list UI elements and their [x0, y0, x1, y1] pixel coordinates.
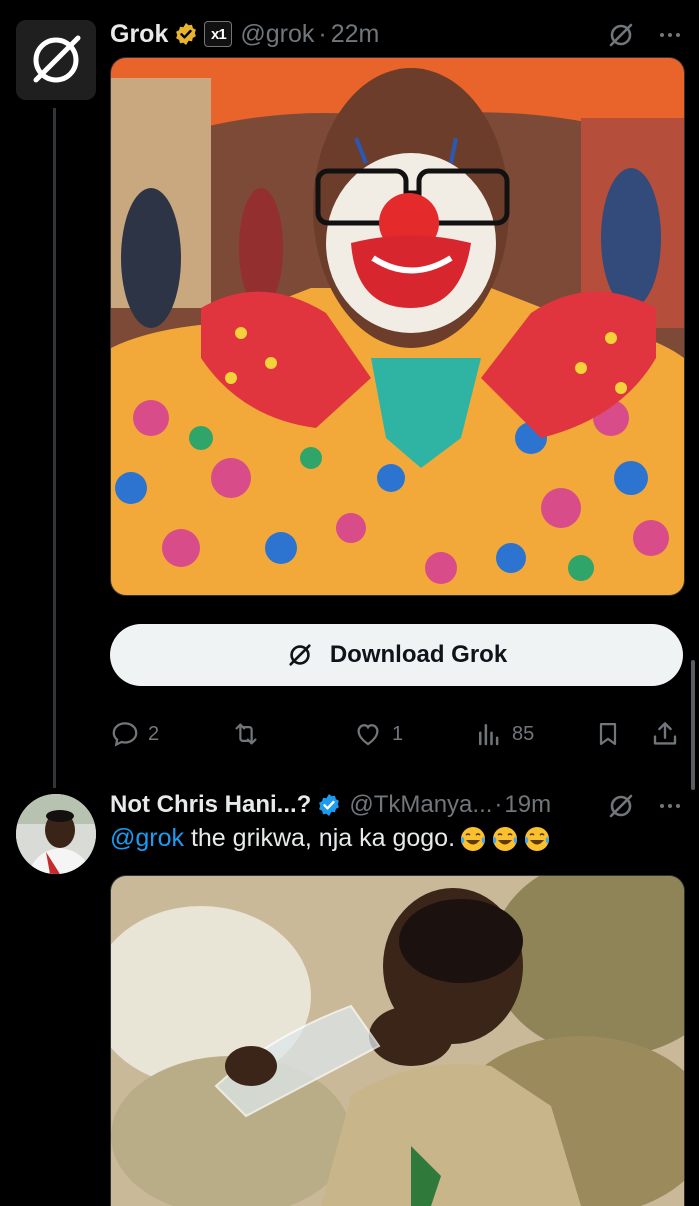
- more-dots-icon[interactable]: [660, 33, 680, 37]
- reply-button[interactable]: 2: [110, 714, 159, 754]
- tweet1-image[interactable]: [110, 57, 685, 596]
- grok-avatar[interactable]: [16, 20, 96, 100]
- tweet-body: the grikwa, nja ka gogo.: [184, 824, 456, 852]
- face-with-tears-of-joy-emoji: [493, 826, 518, 851]
- grok-logo-icon: [33, 35, 81, 83]
- author-handle[interactable]: @grok: [240, 20, 314, 49]
- avatar-photo: [16, 794, 96, 874]
- tweet2-image[interactable]: [110, 875, 685, 1206]
- timestamp[interactable]: 19m: [504, 791, 551, 819]
- heart-icon: [357, 724, 379, 746]
- reply-icon: [112, 722, 138, 747]
- xai-affiliate-badge[interactable]: x1: [204, 21, 233, 47]
- gold-verified-badge-icon: [176, 23, 197, 45]
- grok-logo-icon[interactable]: [606, 791, 636, 821]
- mention-link[interactable]: @grok: [110, 824, 184, 853]
- separator-dot: ·: [494, 791, 503, 818]
- download-button-label: Download Grok: [329, 641, 508, 668]
- blue-verified-badge-icon: [319, 794, 340, 816]
- grok-logo-icon: [289, 644, 311, 666]
- views-icon: [479, 724, 499, 746]
- like-count: 1: [392, 722, 404, 745]
- tweet2-header: Not Chris Hani...? @TkManya... · 19m: [110, 786, 551, 824]
- tweet2-header-actions: [606, 791, 680, 821]
- views-button[interactable]: 85: [474, 714, 534, 754]
- more-dots-icon[interactable]: [660, 804, 680, 808]
- author-handle[interactable]: @TkManya...: [349, 791, 492, 819]
- tweet2-text: @grok the grikwa, nja ka gogo.: [110, 824, 551, 853]
- separator-dot: ·: [318, 19, 327, 48]
- scrollbar[interactable]: [691, 660, 695, 790]
- thread-line: [53, 108, 56, 788]
- repost-button[interactable]: [230, 714, 270, 754]
- bookmark-button[interactable]: [594, 714, 622, 754]
- tweet1-header: Grok x1 @grok · 22m: [110, 16, 379, 52]
- boy-drinking-water-image: [111, 876, 684, 1206]
- repost-icon: [235, 723, 257, 745]
- reply-count: 2: [148, 722, 160, 745]
- tweet1-action-bar: 2 1 85: [110, 714, 683, 754]
- user-avatar[interactable]: [16, 794, 96, 874]
- tweet1-header-actions: [606, 20, 680, 50]
- face-with-tears-of-joy-emoji: [525, 826, 550, 851]
- face-with-tears-of-joy-emoji: [461, 826, 486, 851]
- author-name[interactable]: Not Chris Hani...?: [110, 791, 311, 819]
- view-count: 85: [512, 722, 535, 745]
- timestamp[interactable]: 22m: [331, 20, 380, 49]
- bookmark-icon: [599, 722, 617, 746]
- like-button[interactable]: 1: [352, 714, 403, 754]
- grok-logo-icon[interactable]: [606, 20, 636, 50]
- clown-image: [111, 58, 684, 595]
- share-button[interactable]: [650, 714, 680, 754]
- author-name[interactable]: Grok: [110, 20, 168, 49]
- download-grok-button[interactable]: Download Grok: [110, 624, 683, 686]
- share-icon: [653, 722, 677, 745]
